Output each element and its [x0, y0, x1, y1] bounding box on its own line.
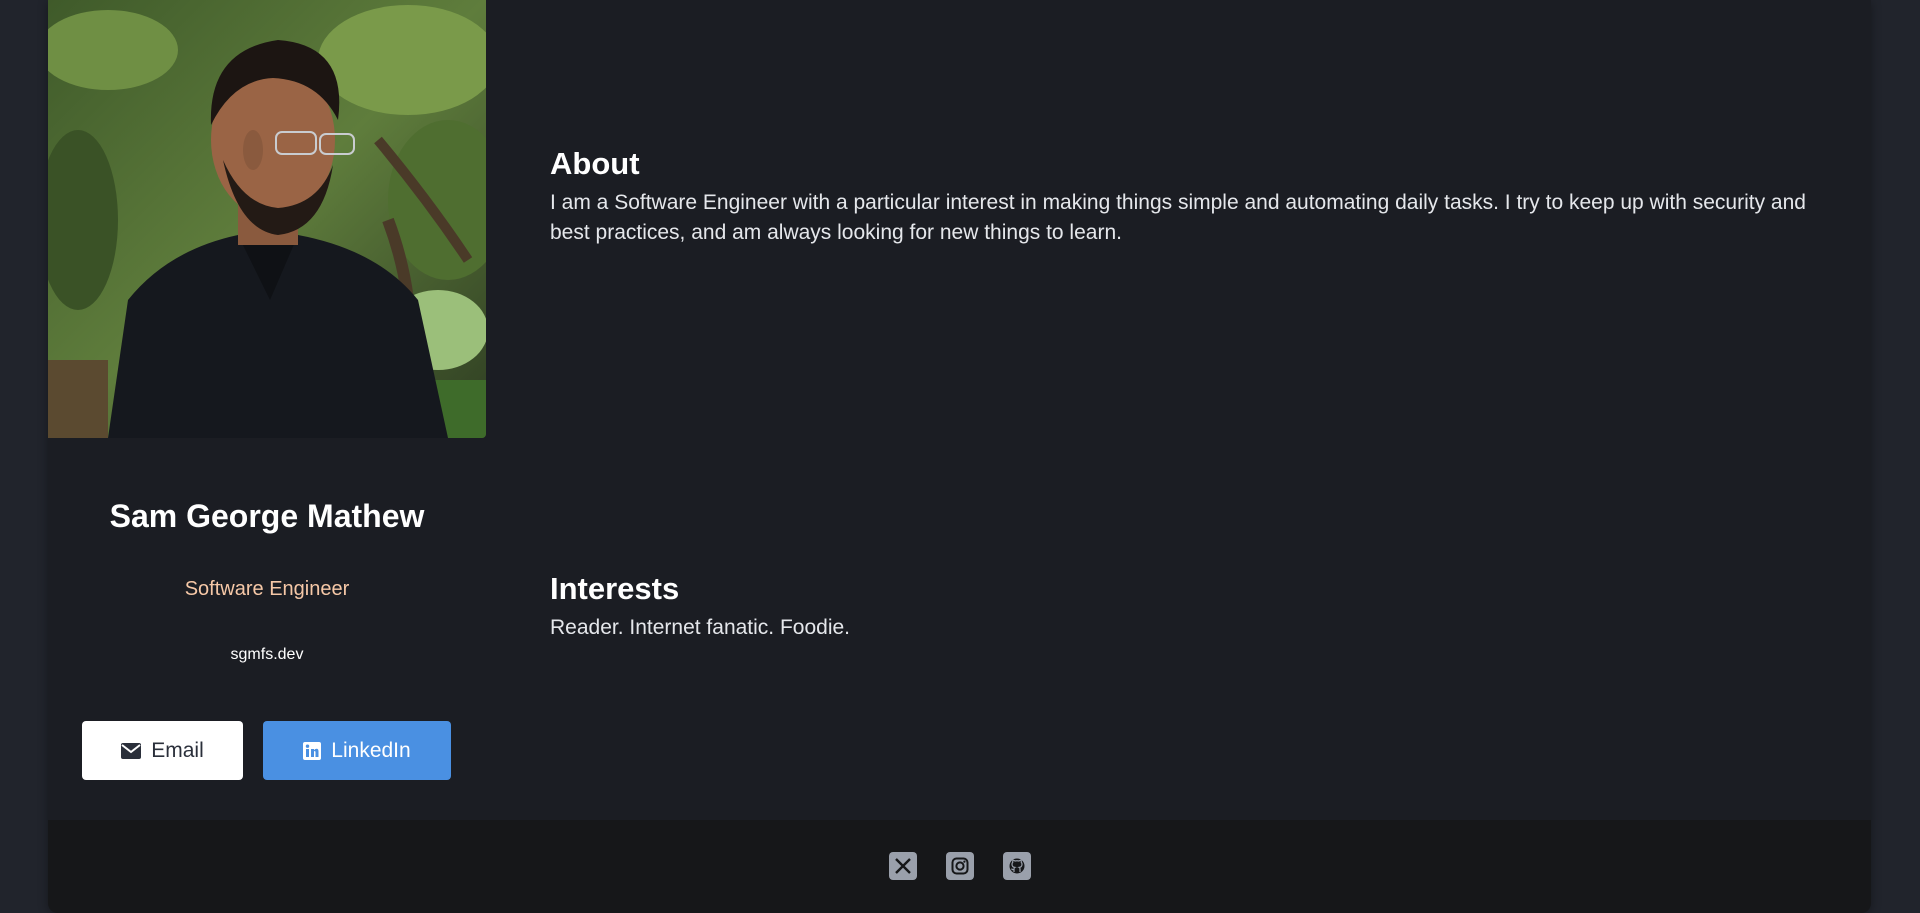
profile-name: Sam George Mathew [109, 498, 425, 534]
email-button[interactable]: Email [82, 721, 243, 780]
instagram-link[interactable] [946, 852, 974, 880]
about-text: I am a Software Engineer with a particul… [550, 191, 1806, 244]
envelope-icon [121, 742, 142, 759]
profile-photo-image [48, 0, 486, 438]
interests-heading: Interests [550, 571, 680, 606]
github-icon [1008, 857, 1026, 875]
linkedin-button-label: LinkedIn [331, 738, 411, 762]
x-link[interactable] [889, 852, 917, 880]
email-button-label: Email [151, 738, 204, 762]
profile-sidebar: Sam George Mathew Software Engineer sgmf… [48, 0, 486, 820]
profile-photo [48, 0, 486, 438]
linkedin-button[interactable]: LinkedIn [263, 721, 451, 780]
profile-role: Software Engineer [184, 578, 350, 600]
about-heading: About [550, 146, 640, 181]
interests-text: Reader. Internet fanatic. Foodie. [550, 616, 851, 639]
github-link[interactable] [1003, 852, 1031, 880]
x-icon [894, 857, 912, 875]
instagram-icon [951, 857, 969, 875]
profile-card: Sam George Mathew Software Engineer sgmf… [48, 0, 1871, 913]
profile-website[interactable]: sgmfs.dev [48, 646, 486, 664]
linkedin-icon [303, 741, 322, 760]
